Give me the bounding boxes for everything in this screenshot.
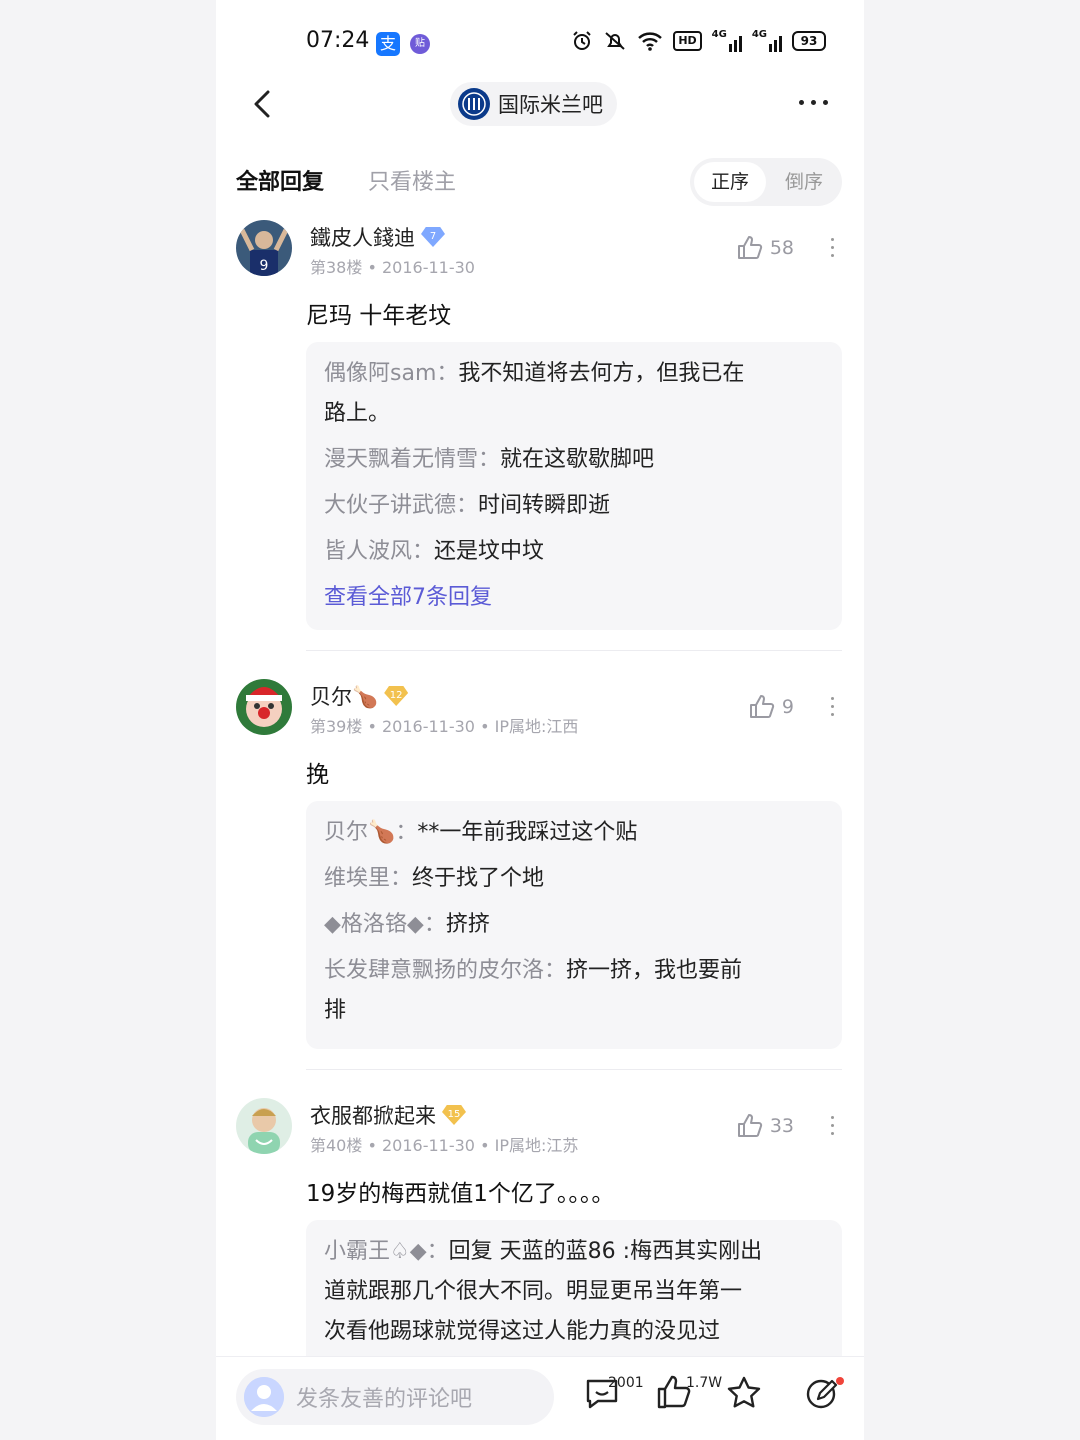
- bottom-action-bar: 发条友善的评论吧 2001 1.7W: [216, 1356, 864, 1440]
- like-count: 33: [769, 1115, 794, 1137]
- reply-item: 小霸王♤◆：回复 天蓝的蓝86 :梅西其实刚出 道就跟那几个很大不同。明显更吊当年…: [324, 1239, 763, 1344]
- divider: [306, 650, 842, 651]
- author-name-row: 鐵皮人錢迪 7: [310, 222, 445, 252]
- like-button[interactable]: 9: [748, 693, 794, 721]
- mute-icon: [605, 32, 625, 50]
- reply-item: 皆人波风：还是坟中坟: [324, 539, 545, 564]
- svg-text:9: 9: [260, 258, 269, 274]
- reply-tabs: 全部回复 只看楼主 正序 倒序: [216, 158, 864, 212]
- tab-op-only[interactable]: 只看楼主: [368, 164, 456, 196]
- reply-author[interactable]: 小霸王♤◆: [324, 1239, 427, 1264]
- reply-author[interactable]: 维埃里: [324, 866, 390, 891]
- more-options-icon[interactable]: [799, 100, 828, 105]
- reply-author[interactable]: 偶像阿sam: [324, 361, 436, 386]
- phone-screen: 07:24 支 贴 HD 4G 4G 93 国际米兰吧 全部回复 只看楼主 正序…: [216, 0, 864, 1440]
- post-meta: 第39楼 • 2016-11-30 • IP属地:江西: [310, 717, 579, 736]
- order-desc-button[interactable]: 倒序: [770, 162, 838, 202]
- reply-item: 漫天飘着无情雪：就在这歇歇脚吧: [324, 447, 655, 472]
- author-name[interactable]: 贝尔🍗: [310, 681, 378, 711]
- avatar[interactable]: [236, 1098, 292, 1154]
- like-count: 58: [769, 237, 794, 259]
- wifi-icon: [638, 32, 663, 51]
- tieba-icon: 贴: [410, 34, 430, 54]
- author-name-row: 衣服都掀起来 15: [310, 1100, 466, 1130]
- post-menu-icon[interactable]: [831, 1116, 834, 1135]
- signal-icon-1: 4G: [712, 30, 742, 52]
- notification-dot: [836, 1377, 844, 1385]
- thumbs-up-icon: [737, 236, 762, 259]
- tab-all-replies[interactable]: 全部回复: [236, 164, 324, 196]
- inter-logo-icon: [458, 88, 490, 120]
- battery-icon: 93: [792, 31, 826, 51]
- thumbs-up-icon: [737, 1114, 762, 1137]
- author-name-row: 贝尔🍗 12: [310, 681, 409, 711]
- comment-count: 2001: [608, 1375, 644, 1391]
- author-name[interactable]: 衣服都掀起来: [310, 1100, 436, 1130]
- reply-author[interactable]: 贝尔🍗: [324, 820, 395, 845]
- reply-author[interactable]: 漫天飘着无情雪: [324, 447, 478, 472]
- post-meta: 第40楼 • 2016-11-30 • IP属地:江苏: [310, 1136, 579, 1155]
- thumbs-up-icon: [749, 695, 775, 718]
- like-count: 9: [781, 696, 794, 718]
- reply-author[interactable]: 大伙子讲武德: [324, 493, 456, 518]
- alarm-icon: [573, 31, 592, 50]
- post-menu-icon[interactable]: [831, 697, 834, 716]
- forum-name: 国际米兰吧: [498, 93, 603, 117]
- reply-item: 偶像阿sam：我不知道将去何方，但我已在 路上。: [324, 361, 745, 426]
- like-total-count: 1.7W: [686, 1375, 723, 1391]
- floor-number: 第40楼: [310, 1136, 363, 1155]
- level-badge: 15: [442, 1105, 466, 1125]
- back-arrow-icon[interactable]: [242, 84, 282, 124]
- level-badge: 12: [384, 686, 409, 706]
- post-date: 2016-11-30: [382, 1136, 475, 1155]
- like-button[interactable]: 58: [736, 234, 794, 262]
- order-asc-button[interactable]: 正序: [694, 162, 766, 202]
- post-meta: 第38楼 • 2016-11-30: [310, 258, 475, 277]
- reply-item: ◆格洛铬◆：挤挤: [324, 912, 490, 937]
- status-bar: 07:24 支 贴 HD 4G 4G 93: [216, 18, 864, 68]
- sort-order-toggle: 正序 倒序: [690, 158, 842, 206]
- post-date: 2016-11-30: [382, 258, 475, 277]
- status-icons: HD 4G 4G 93: [571, 30, 826, 52]
- ip-location: IP属地:江西: [494, 717, 579, 736]
- alipay-icon: 支: [376, 32, 400, 56]
- reply-item: 贝尔🍗：**一年前我踩过这个贴: [324, 820, 638, 845]
- hd-icon: HD: [673, 31, 702, 51]
- comment-placeholder: 发条友善的评论吧: [296, 1387, 473, 1412]
- divider: [306, 1069, 842, 1070]
- forum-header-button[interactable]: 国际米兰吧: [450, 82, 617, 126]
- like-button[interactable]: 33: [736, 1112, 794, 1140]
- reply-author[interactable]: 皆人波风: [324, 539, 412, 564]
- avatar[interactable]: 9: [236, 220, 292, 276]
- status-time: 07:24: [306, 28, 370, 53]
- post-menu-icon[interactable]: [831, 238, 834, 257]
- floor-number: 第39楼: [310, 717, 363, 736]
- post-date: 2016-11-30: [382, 717, 475, 736]
- reply-preview-box[interactable]: 贝尔🍗：**一年前我踩过这个贴 维埃里：终于找了个地 ◆格洛铬◆：挤挤 长发肆意…: [306, 801, 842, 1049]
- nav-bar: 国际米兰吧: [216, 78, 864, 132]
- ip-location: IP属地:江苏: [494, 1136, 579, 1155]
- level-badge: 7: [421, 227, 445, 247]
- avatar[interactable]: [236, 679, 292, 735]
- reply-author[interactable]: 长发肆意飘扬的皮尔洛: [324, 958, 544, 983]
- reply-item: 维埃里：终于找了个地: [324, 866, 545, 891]
- comment-input[interactable]: 发条友善的评论吧: [236, 1369, 554, 1425]
- post-content: 19岁的梅西就值1个亿了。。。。: [306, 1181, 615, 1207]
- reply-author[interactable]: ◆格洛铬◆: [324, 912, 424, 937]
- favorite-star-icon[interactable]: [724, 1373, 764, 1413]
- reply-item: 长发肆意飘扬的皮尔洛：挤一挤，我也要前排: [324, 958, 743, 1023]
- floor-number: 第38楼: [310, 258, 363, 277]
- post-content: 尼玛 十年老坟: [306, 303, 452, 329]
- post-content: 挽: [306, 762, 329, 788]
- author-name[interactable]: 鐵皮人錢迪: [310, 222, 415, 252]
- user-avatar-icon: [244, 1377, 284, 1417]
- reply-item: 大伙子讲武德：时间转瞬即逝: [324, 493, 611, 518]
- signal-icon-2: 4G: [752, 30, 782, 52]
- reply-preview-box[interactable]: 偶像阿sam：我不知道将去何方，但我已在 路上。 漫天飘着无情雪：就在这歇歇脚吧 …: [306, 342, 842, 630]
- view-all-replies-link[interactable]: 查看全部7条回复: [324, 578, 824, 618]
